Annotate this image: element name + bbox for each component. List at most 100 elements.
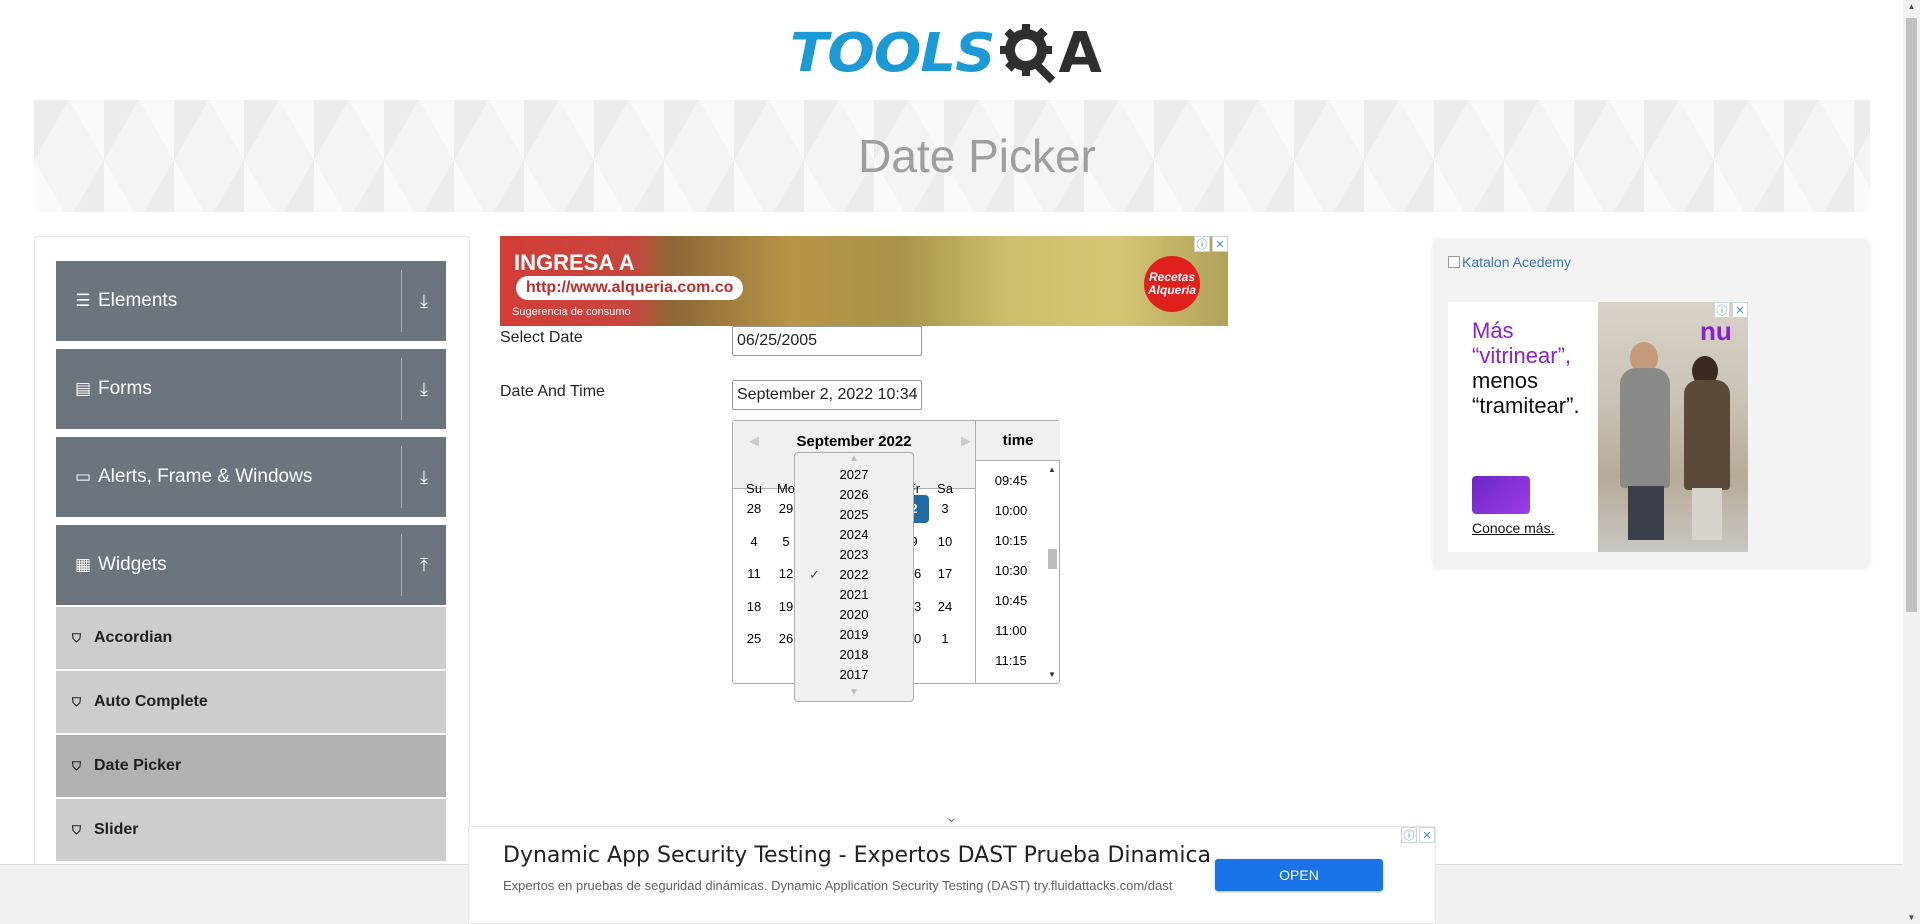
upload-arrow-icon: ⤒ <box>420 554 428 575</box>
ad-controls: ⓘ ✕ <box>1714 302 1748 318</box>
page-scrollbar[interactable]: ▲ ▼ <box>1903 0 1920 924</box>
ad-description: Expertos en pruebas de seguridad dinámic… <box>503 878 1173 893</box>
current-month: September 2022 <box>796 433 912 450</box>
year-option[interactable]: 2019 <box>795 627 913 642</box>
time-option[interactable]: 11:15 <box>976 653 1046 668</box>
ad-open-button[interactable]: OPEN <box>1215 859 1383 891</box>
sidebar-group-label: Widgets <box>98 554 167 575</box>
year-option[interactable]: 2024 <box>795 527 913 542</box>
sidebar-item-auto-complete[interactable]: ⛉ Auto Complete <box>56 671 446 733</box>
time-option[interactable]: 10:15 <box>976 533 1046 548</box>
sidebar-group-alerts[interactable]: ▭ Alerts, Frame & Windows ⤓ <box>56 437 446 517</box>
year-dropdown: ▲ 2027 2026 2025 2024 2023 2022 ✓ 2021 2020 2019 2… <box>794 452 914 702</box>
nu-cta-link[interactable]: Conoce más. <box>1472 520 1554 536</box>
sidebar-group-label: Elements <box>98 290 178 311</box>
time-header: time <box>976 421 1060 461</box>
calendar-day[interactable]: 17 <box>930 560 960 588</box>
year-option[interactable]: 2027 <box>795 467 913 482</box>
scroll-up-icon[interactable]: ▲ <box>1047 465 1057 474</box>
gear-magnifier-icon <box>1000 24 1056 84</box>
day-header: Sa <box>937 481 953 496</box>
year-option[interactable]: 2025 <box>795 507 913 522</box>
sidebar-item-label: Accordian <box>94 629 173 646</box>
calendar-day[interactable]: 1 <box>930 625 960 653</box>
time-option[interactable]: 09:45 <box>976 473 1046 488</box>
scroll-thumb[interactable] <box>1048 549 1057 569</box>
calendar-day[interactable]: 18 <box>739 593 769 621</box>
ad-banner-top[interactable]: INGRESA A http://www.alqueria.com.co Sug… <box>500 236 1228 326</box>
date-time-input[interactable]: September 2, 2022 10:34 AM <box>732 380 922 410</box>
sidebar-item-label: Slider <box>94 821 139 838</box>
close-icon[interactable]: ✕ <box>1732 302 1748 318</box>
ad-url: http://www.alqueria.com.co <box>516 276 744 300</box>
html5-icon: ⛉ <box>72 759 82 773</box>
calendar-day[interactable]: 3 <box>930 495 960 523</box>
sidebar-group-label: Alerts, Frame & Windows <box>98 466 313 487</box>
ad-info-icon[interactable]: ⓘ <box>1401 827 1417 843</box>
person-body <box>1684 380 1730 490</box>
year-option[interactable]: 2018 <box>795 647 913 662</box>
chevron-down-icon[interactable]: ⌄ <box>946 810 957 826</box>
date-time-label: Date And Time <box>500 383 605 400</box>
time-list: time 09:45 10:00 10:15 10:30 10:45 11:00 11:15… <box>975 421 1060 683</box>
download-arrow-icon: ⤓ <box>420 378 428 399</box>
select-date-label: Select Date <box>500 329 583 346</box>
sidebar-group-widgets[interactable]: ▦ Widgets ⤒ <box>56 525 446 605</box>
calendar-day[interactable]: 25 <box>739 625 769 653</box>
download-arrow-icon: ⤓ <box>420 466 428 487</box>
time-option[interactable]: 10:00 <box>976 503 1046 518</box>
calendar-day[interactable]: 11 <box>739 560 769 588</box>
year-option[interactable]: 2023 <box>795 547 913 562</box>
grid-icon: ▦ <box>74 555 92 574</box>
toolsqa-logo[interactable]: TOOLS A <box>790 14 1102 92</box>
person-legs <box>1628 486 1664 540</box>
year-option[interactable]: 2020 <box>795 607 913 622</box>
close-icon[interactable]: ✕ <box>1212 236 1228 252</box>
ad-info-icon[interactable]: ⓘ <box>1714 302 1730 318</box>
ad-badge: Recetas Alquería <box>1144 256 1200 312</box>
person-body <box>1620 368 1670 488</box>
day-header: Su <box>746 481 762 496</box>
logo-text-tools: TOOLS <box>790 22 995 84</box>
close-icon[interactable]: ✕ <box>1419 827 1435 843</box>
time-option[interactable]: 11:00 <box>976 623 1046 638</box>
sidebar-item-date-picker[interactable]: ⛉ Date Picker <box>56 735 446 797</box>
year-down-arrow-icon[interactable]: ▼ <box>847 687 861 698</box>
calendar-day[interactable]: 4 <box>739 528 769 556</box>
ad-title[interactable]: Dynamic App Security Testing - Expertos … <box>503 843 1211 868</box>
ad-info-icon[interactable]: ⓘ <box>1194 236 1210 252</box>
select-date-input[interactable]: 06/25/2005 <box>732 326 922 356</box>
year-option[interactable]: 2017 <box>795 667 913 682</box>
download-arrow-icon: ⤓ <box>420 290 428 311</box>
broken-image-icon <box>1448 256 1460 268</box>
sidebar-item-label: Auto Complete <box>94 693 208 710</box>
time-option[interactable]: 10:30 <box>976 563 1046 578</box>
calendar-day[interactable]: 24 <box>930 593 960 621</box>
nu-ad[interactable]: Más “vitrinear”, menos “tramitear”. Cono… <box>1448 302 1748 552</box>
scroll-down-icon[interactable]: ▼ <box>1047 670 1057 679</box>
next-month-button[interactable]: ▶ <box>961 433 971 449</box>
calendar-day[interactable]: 10 <box>930 528 960 556</box>
calendar-day[interactable]: 28 <box>739 495 769 523</box>
scroll-down-icon[interactable]: ▼ <box>1903 913 1920 922</box>
time-option[interactable]: 10:45 <box>976 593 1046 608</box>
sidebar-item-slider[interactable]: ⛉ Slider <box>56 799 446 861</box>
ad-headline: INGRESA A <box>514 250 635 275</box>
ad-banner-bottom[interactable]: Dynamic App Security Testing - Expertos … <box>468 826 1436 924</box>
scroll-up-icon[interactable]: ▲ <box>1903 2 1920 11</box>
year-option[interactable]: 2026 <box>795 487 913 502</box>
scroll-thumb[interactable] <box>1906 18 1917 612</box>
credit-card-icon <box>1472 476 1530 514</box>
page-title: Date Picker <box>858 130 1096 182</box>
sidebar-group-forms[interactable]: ▤ Forms ⤓ <box>56 349 446 429</box>
time-scrollbar[interactable]: ▲ ▼ <box>1047 465 1057 679</box>
html5-icon: ⛉ <box>72 823 82 837</box>
sidebar-group-elements[interactable]: ☰ Elements ⤓ <box>56 261 446 341</box>
year-up-arrow-icon[interactable]: ▲ <box>847 453 861 464</box>
sidebar-item-accordian[interactable]: ⛉ Accordian <box>56 607 446 669</box>
window-icon: ▭ <box>74 467 92 486</box>
checkmark-icon: ✓ <box>809 567 820 582</box>
html5-icon: ⛉ <box>72 695 82 709</box>
katalon-ad-link[interactable]: Katalon Acedemy <box>1448 254 1571 270</box>
year-option[interactable]: 2021 <box>795 587 913 602</box>
